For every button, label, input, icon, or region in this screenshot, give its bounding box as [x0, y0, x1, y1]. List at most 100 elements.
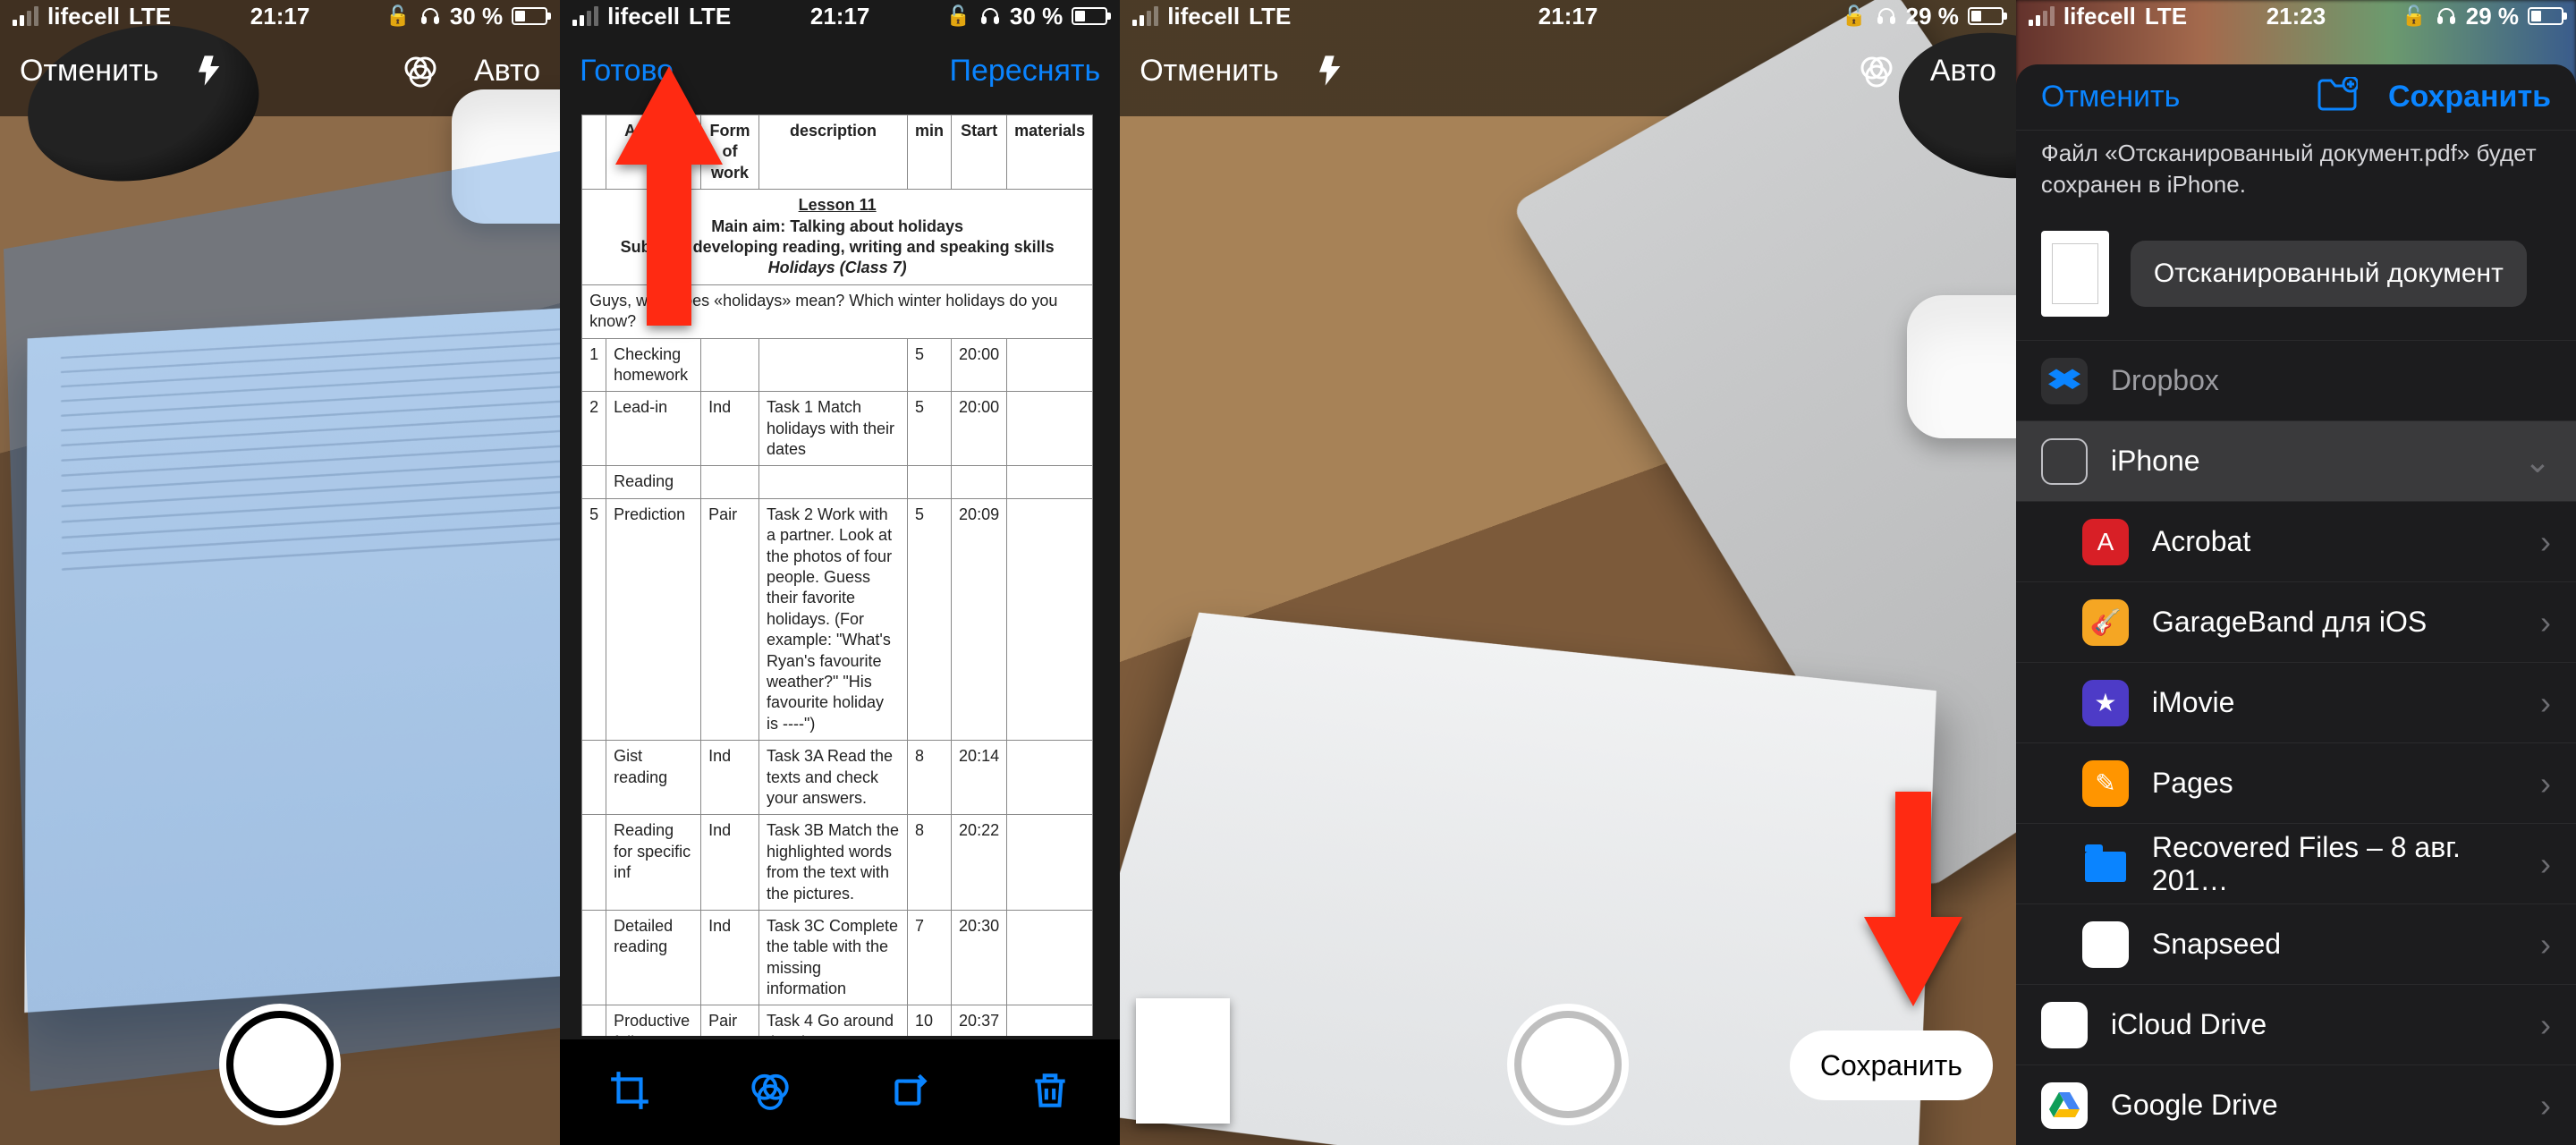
cancel-button[interactable]: Отменить	[2041, 80, 2180, 114]
shutter-button[interactable]	[226, 1011, 334, 1118]
headphones-icon	[979, 5, 1001, 27]
snapseed-icon: ✿	[2082, 921, 2129, 968]
network-label: LTE	[129, 3, 171, 30]
annotation-arrow-down	[1864, 792, 1962, 1011]
lock-icon: 🔓	[2402, 4, 2426, 28]
iphone-icon	[2041, 438, 2088, 485]
location-iphone[interactable]: iPhone ⌄	[2016, 420, 2576, 501]
flash-icon[interactable]	[194, 53, 230, 89]
battery-percent: 29 %	[2466, 3, 2519, 30]
rotate-icon[interactable]	[887, 1068, 932, 1117]
lock-icon: 🔓	[946, 4, 970, 28]
folder-garageband[interactable]: 🎸 GarageBand для iOS ›	[2016, 581, 2576, 662]
battery-percent: 30 %	[1010, 3, 1063, 30]
annotation-arrow-up	[615, 66, 723, 330]
chevron-right-icon: ›	[2540, 523, 2551, 561]
clock: 21:17	[810, 3, 870, 30]
chevron-right-icon: ›	[2540, 845, 2551, 883]
chevron-right-icon: ›	[2540, 604, 2551, 641]
file-thumbnail	[2041, 231, 2109, 317]
save-message: Файл «Отсканированный документ.pdf» буде…	[2016, 131, 2576, 216]
scan-detection-overlay	[4, 134, 560, 1091]
signal-icon	[2029, 6, 2055, 26]
new-folder-icon[interactable]	[2317, 77, 2358, 117]
edit-toolbar	[560, 1039, 1120, 1145]
save-button[interactable]: Сохранить	[1790, 1030, 1993, 1100]
chevron-right-icon: ›	[2540, 684, 2551, 722]
airpods-case	[1907, 295, 2016, 438]
location-icloud[interactable]: ☁︎ iCloud Drive ›	[2016, 984, 2576, 1064]
filename-field[interactable]: Отсканированный документ	[2131, 241, 2527, 307]
retake-button[interactable]: Переснять	[950, 54, 1101, 89]
carrier-label: lifecell	[1167, 3, 1240, 30]
dropbox-icon	[2041, 358, 2088, 404]
headphones-icon	[2436, 5, 2457, 27]
carrier-label: lifecell	[607, 3, 680, 30]
gdrive-icon	[2041, 1082, 2088, 1129]
pages-icon: ✎	[2082, 760, 2129, 807]
filters-icon[interactable]	[1859, 53, 1894, 89]
folder-recovered[interactable]: Recovered Files – 8 авг. 201… ›	[2016, 823, 2576, 903]
filters-icon[interactable]	[748, 1068, 792, 1117]
location-dropbox[interactable]: Dropbox	[2016, 340, 2576, 420]
network-label: LTE	[1249, 3, 1291, 30]
network-label: LTE	[689, 3, 731, 30]
flash-icon[interactable]	[1315, 53, 1351, 89]
sheet-navbar: Отменить Сохранить	[2016, 64, 2576, 131]
battery-percent: 30 %	[450, 3, 503, 30]
file-row: Отсканированный документ	[2016, 216, 2576, 340]
lock-icon: 🔓	[1842, 4, 1866, 28]
save-sheet: Отменить Сохранить Файл «Отсканированный…	[2016, 64, 2576, 1145]
auto-button[interactable]: Авто	[1930, 54, 1996, 89]
chevron-down-icon: ⌄	[2524, 443, 2551, 480]
clock: 21:17	[250, 3, 310, 30]
chevron-right-icon: ›	[2540, 765, 2551, 802]
screenshot-4-files-sheet: lifecell LTE 21:23 🔓 29 % Отменить Сохра…	[2016, 0, 2576, 1145]
scan-navbar: Отменить Авто	[1120, 32, 2016, 109]
clock: 21:23	[2267, 3, 2326, 30]
chevron-right-icon: ›	[2540, 1006, 2551, 1044]
lock-icon: 🔓	[386, 4, 410, 28]
signal-icon	[572, 6, 598, 26]
scan-navbar: Отменить Авто	[0, 32, 560, 109]
chevron-right-icon: ›	[2540, 1087, 2551, 1124]
chevron-right-icon: ›	[2540, 926, 2551, 963]
battery-icon	[1072, 7, 1107, 25]
battery-icon	[2528, 7, 2563, 25]
screenshot-1-scan-camera: lifecell LTE 21:17 🔓 30 % Отменить Авто	[0, 0, 560, 1145]
signal-icon	[13, 6, 38, 26]
status-bar: lifecell LTE 21:17 🔓 30 %	[560, 0, 1120, 32]
acrobat-icon: A	[2082, 519, 2129, 565]
headphones-icon	[419, 5, 441, 27]
auto-button[interactable]: Авто	[474, 54, 540, 89]
cancel-button[interactable]: Отменить	[1140, 54, 1278, 89]
location-gdrive[interactable]: Google Drive ›	[2016, 1064, 2576, 1145]
cancel-button[interactable]: Отменить	[20, 54, 158, 89]
crop-icon[interactable]	[607, 1068, 652, 1117]
locations-list: Dropbox iPhone ⌄ A Acrobat › 🎸 GarageBan…	[2016, 340, 2576, 1145]
folder-acrobat[interactable]: A Acrobat ›	[2016, 501, 2576, 581]
icloud-icon: ☁︎	[2041, 1002, 2088, 1048]
garageband-icon: 🎸	[2082, 599, 2129, 646]
carrier-label: lifecell	[47, 3, 120, 30]
status-bar: lifecell LTE 21:23 🔓 29 %	[2016, 0, 2576, 32]
signal-icon	[1132, 6, 1158, 26]
clock: 21:17	[1538, 3, 1598, 30]
folder-pages[interactable]: ✎ Pages ›	[2016, 742, 2576, 823]
shutter-button[interactable]	[1514, 1011, 1622, 1118]
filters-icon[interactable]	[402, 53, 438, 89]
network-label: LTE	[2145, 3, 2187, 30]
battery-percent: 29 %	[1906, 3, 1959, 30]
battery-icon	[512, 7, 547, 25]
status-bar: lifecell LTE 21:17 🔓 29 %	[1120, 0, 2016, 32]
screenshot-2-crop-preview: lifecell LTE 21:17 🔓 30 % Готово Пересня…	[560, 0, 1120, 1145]
status-bar: lifecell LTE 21:17 🔓 30 %	[0, 0, 560, 32]
imovie-icon: ★	[2082, 680, 2129, 726]
save-button[interactable]: Сохранить	[2388, 80, 2551, 114]
folder-snapseed[interactable]: ✿ Snapseed ›	[2016, 903, 2576, 984]
trash-icon[interactable]	[1028, 1068, 1072, 1117]
screenshot-3-save-prompt: lifecell LTE 21:17 🔓 29 % Отменить Авто …	[1120, 0, 2016, 1145]
scan-thumbnail[interactable]	[1136, 998, 1230, 1124]
folder-imovie[interactable]: ★ iMovie ›	[2016, 662, 2576, 742]
headphones-icon	[1876, 5, 1897, 27]
